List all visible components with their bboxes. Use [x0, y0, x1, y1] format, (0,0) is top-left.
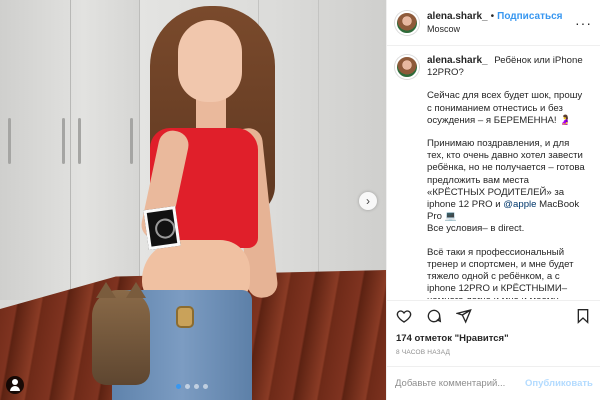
header-meta: alena.shark_ • Подписаться Moscow	[427, 10, 563, 36]
header-username[interactable]: alena.shark_	[427, 10, 488, 23]
heart-icon[interactable]	[395, 307, 413, 325]
follow-button[interactable]: Подписаться	[497, 10, 562, 23]
carousel-dots	[176, 384, 208, 389]
caption-section: alena.shark_ Ребёнок или iPhone 12PRO? С…	[387, 47, 600, 299]
action-bar	[387, 300, 600, 330]
comment-icon[interactable]	[425, 307, 443, 325]
post-photo[interactable]: ›	[0, 0, 386, 400]
wall-panel	[318, 0, 319, 300]
woman-face	[178, 20, 242, 102]
mention-link[interactable]: @apple	[503, 199, 536, 210]
caption-paragraph: Сейчас для всех будет шок, прошу с поним…	[427, 90, 583, 126]
cat	[92, 282, 150, 385]
header-bullet: •	[490, 10, 495, 22]
share-icon[interactable]	[455, 307, 473, 325]
carousel-dot	[194, 384, 199, 389]
wardrobe-handle	[62, 118, 65, 164]
carousel-dot	[176, 384, 181, 389]
carousel-dot	[185, 384, 190, 389]
wardrobe-seam	[70, 0, 71, 300]
wardrobe	[0, 0, 140, 300]
caption-username[interactable]: alena.shark_	[427, 55, 488, 66]
post-header: alena.shark_ • Подписаться Moscow ···	[387, 0, 600, 46]
comment-input[interactable]	[395, 378, 525, 389]
post-timestamp: 8 ЧАСОВ НАЗАД	[396, 349, 451, 356]
more-options-button[interactable]: ···	[575, 15, 592, 31]
carousel-next-button[interactable]: ›	[359, 192, 377, 210]
location-link[interactable]: Moscow	[427, 23, 563, 36]
caption-paragraph: Всё таки я профессиональный тренер и спо…	[427, 246, 574, 299]
comment-bar: Опубликовать	[387, 366, 600, 400]
caption-avatar[interactable]	[395, 55, 419, 79]
bookmark-icon[interactable]	[574, 307, 592, 325]
caption-paragraph: Принимаю поздравления, и для тех, кто оч…	[427, 138, 587, 236]
carousel-dot	[203, 384, 208, 389]
wardrobe-handle	[78, 118, 81, 164]
likes-count[interactable]: 174 отметок "Нравится"	[396, 333, 509, 344]
caption-text: alena.shark_ Ребёнок или iPhone 12PRO? С…	[427, 55, 587, 299]
ultrasound-photo	[143, 205, 181, 251]
wristwatch	[176, 306, 194, 328]
tagged-user-icon[interactable]	[6, 376, 24, 394]
wardrobe-handle	[8, 118, 11, 164]
avatar[interactable]	[395, 10, 419, 35]
post-side-panel: alena.shark_ • Подписаться Moscow ··· al…	[386, 0, 600, 400]
wardrobe-handle	[130, 118, 133, 164]
publish-button[interactable]: Опубликовать	[525, 378, 593, 389]
